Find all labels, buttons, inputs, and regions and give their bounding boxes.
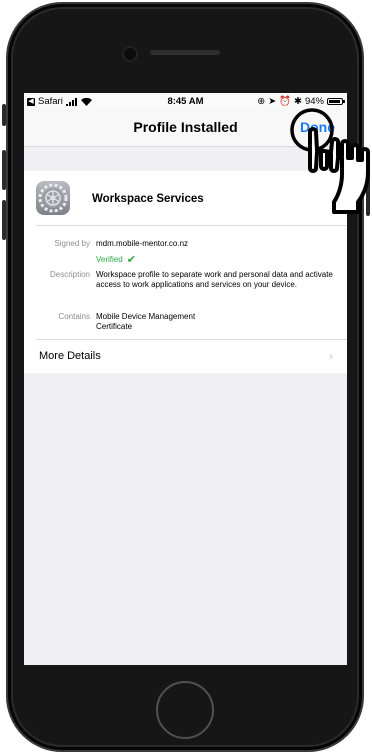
home-button[interactable] <box>156 681 214 739</box>
verified-status: Verified ✔ <box>96 253 136 266</box>
description-label: Description <box>49 270 90 279</box>
verified-label: Verified <box>96 255 123 264</box>
volume-down-button <box>2 200 6 240</box>
divider <box>36 225 347 226</box>
status-right: ⊕ ➤ ⏰ ✱ 94% <box>257 96 345 107</box>
lock-rotation-icon: ⊕ <box>257 96 266 107</box>
mute-switch <box>2 104 6 126</box>
divider <box>36 339 347 340</box>
alarm-icon: ⏰ <box>279 96 292 107</box>
contains-value-2: Certificate <box>96 322 133 331</box>
settings-gear-icon <box>36 181 70 215</box>
phone-frame: ◀ Safari 8:45 AM ⊕ ➤ ⏰ ✱ 94% Profile Ins… <box>0 0 372 756</box>
tap-hand-icon <box>290 108 370 214</box>
battery-icon <box>327 98 345 105</box>
earpiece-speaker <box>150 50 220 55</box>
front-camera <box>122 46 138 62</box>
signed-by-value: mdm.mobile-mentor.co.nz <box>96 239 189 248</box>
battery-percent: 94% <box>304 96 324 107</box>
bluetooth-icon: ✱ <box>294 96 302 107</box>
profile-name: Workspace Services <box>92 193 204 205</box>
status-bar: ◀ Safari 8:45 AM ⊕ ➤ ⏰ ✱ 94% <box>24 93 347 109</box>
checkmark-icon: ✔ <box>126 254 136 266</box>
chevron-right-icon: › <box>329 349 333 363</box>
contains-value-1: Mobile Device Management <box>96 312 196 321</box>
more-details-button[interactable]: More Details <box>39 350 101 362</box>
contains-label: Contains <box>58 312 90 321</box>
volume-up-button <box>2 150 6 190</box>
location-icon: ➤ <box>268 96 277 107</box>
signed-by-label: Signed by <box>54 239 90 248</box>
description-value: Workspace profile to separate work and p… <box>96 270 333 289</box>
